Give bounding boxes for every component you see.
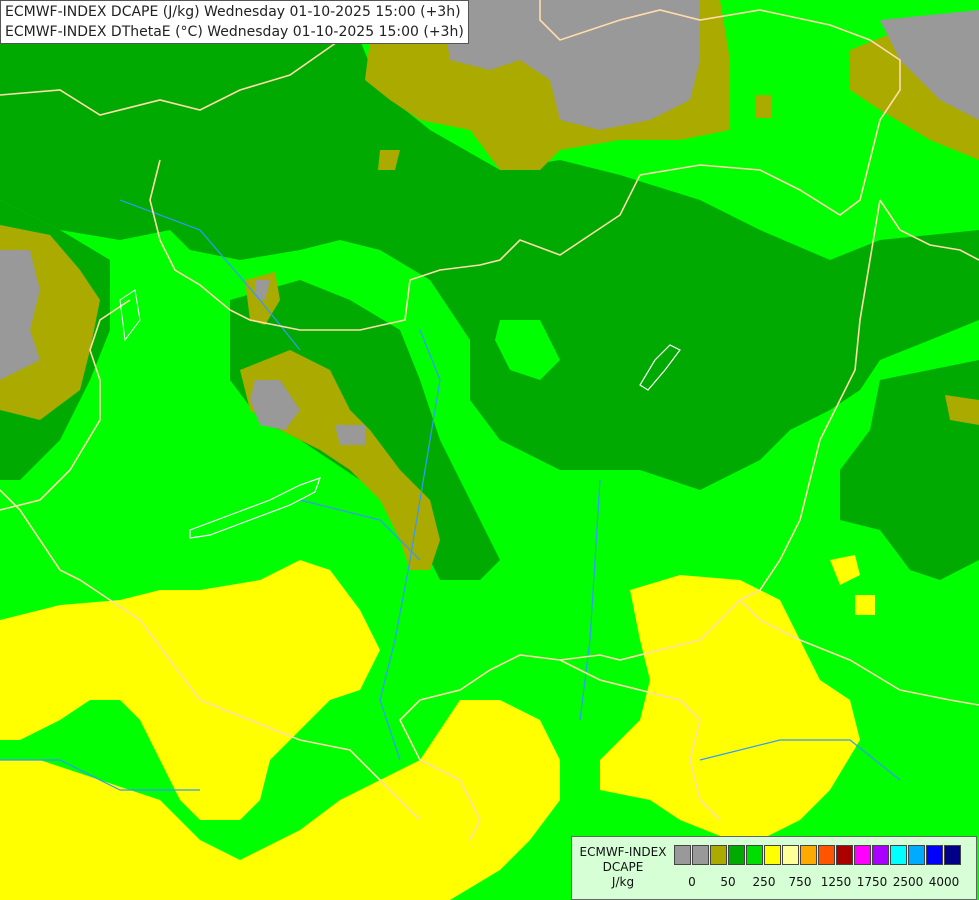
yellow-small-2 bbox=[855, 595, 875, 615]
legend-swatch bbox=[692, 845, 709, 865]
legend-swatch bbox=[674, 845, 691, 865]
legend-tick-label: 2500 bbox=[892, 875, 924, 889]
legend-swatch bbox=[818, 845, 835, 865]
legend-tick-label: 4000 bbox=[928, 875, 960, 889]
legend-swatch bbox=[764, 845, 781, 865]
legend-title-source: ECMWF-INDEX bbox=[579, 845, 667, 859]
title-dcape: ECMWF-INDEX DCAPE (J/kg) Wednesday 01-10… bbox=[5, 4, 461, 20]
legend-swatch bbox=[710, 845, 727, 865]
legend-swatch bbox=[728, 845, 745, 865]
gray-center-2 bbox=[335, 425, 365, 445]
legend-title: ECMWF-INDEX DCAPE J/kg bbox=[578, 845, 668, 890]
legend-swatch bbox=[836, 845, 853, 865]
legend-swatch bbox=[926, 845, 943, 865]
title-dthetae: ECMWF-INDEX DThetaE (°C) Wednesday 01-10… bbox=[5, 24, 464, 40]
dcape-map bbox=[0, 0, 979, 900]
legend-tick-label: 1750 bbox=[856, 875, 888, 889]
legend-swatches bbox=[674, 845, 962, 865]
color-legend: ECMWF-INDEX DCAPE J/kg 0 50 250 750 1250 1750… bbox=[571, 836, 977, 900]
legend-swatch bbox=[800, 845, 817, 865]
legend-swatch bbox=[908, 845, 925, 865]
legend-tick-label: 750 bbox=[788, 875, 812, 889]
legend-swatch bbox=[854, 845, 871, 865]
legend-swatch bbox=[944, 845, 961, 865]
legend-tick-label: 1250 bbox=[820, 875, 852, 889]
legend-swatch bbox=[782, 845, 799, 865]
legend-tick-label: 0 bbox=[688, 875, 696, 889]
legend-title-variable: DCAPE bbox=[602, 860, 644, 874]
map-title-box: ECMWF-INDEX DCAPE (J/kg) Wednesday 01-10… bbox=[0, 0, 469, 44]
legend-swatch bbox=[872, 845, 889, 865]
legend-tick-label: 50 bbox=[720, 875, 736, 889]
legend-title-unit: J/kg bbox=[611, 875, 635, 889]
legend-tick-label: 250 bbox=[752, 875, 776, 889]
legend-swatch bbox=[890, 845, 907, 865]
legend-ticks: 0 50 250 750 1250 1750 2500 4000 bbox=[674, 875, 974, 889]
legend-swatch bbox=[746, 845, 763, 865]
olive-small-3 bbox=[755, 95, 772, 118]
